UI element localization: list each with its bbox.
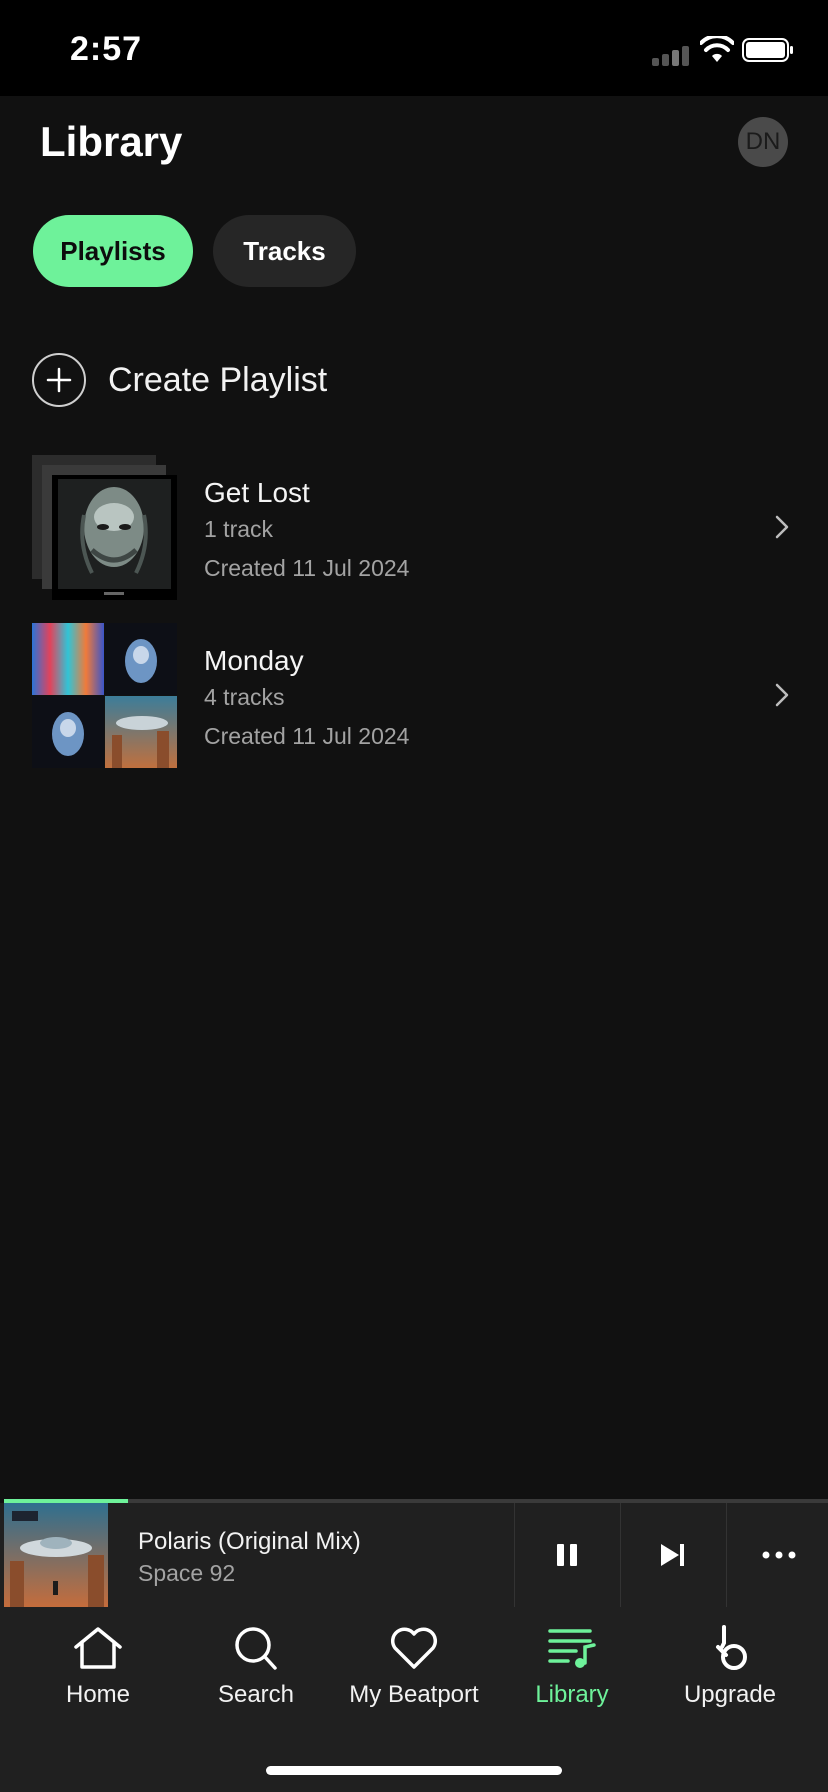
home-indicator: [266, 1766, 562, 1775]
playlist-track-count: 1 track: [204, 516, 274, 542]
status-time: 2:57: [70, 30, 143, 68]
status-bar: 2:57: [0, 0, 828, 96]
playlist-name: Monday: [204, 645, 304, 676]
playlist-item-get-lost[interactable]: Get Lost 1 track Created 11 Jul 2024: [0, 455, 828, 605]
more-icon: [762, 1551, 796, 1559]
now-playing-artwork: [4, 1503, 108, 1607]
library-icon: [548, 1629, 596, 1668]
search-icon: [235, 1627, 277, 1670]
pause-icon: [557, 1544, 577, 1566]
pause-button[interactable]: [515, 1503, 619, 1607]
plus-icon: [32, 353, 86, 407]
nav-label: Upgrade: [683, 1681, 777, 1708]
nav-label: Library: [535, 1681, 609, 1708]
now-playing-artist: Space 92: [138, 1560, 236, 1586]
home-icon: [74, 1627, 122, 1669]
skip-next-icon: [661, 1544, 684, 1566]
nav-label: Home: [65, 1681, 131, 1708]
signal-icon: [652, 46, 689, 66]
playlist-name: Get Lost: [204, 477, 310, 508]
playlist-item-monday[interactable]: Monday 4 tracks Created 11 Jul 2024: [0, 623, 828, 773]
playlist-artwork: [32, 455, 177, 600]
tab-playlists[interactable]: Playlists: [33, 215, 193, 287]
beatport-logo-icon: [716, 1625, 747, 1670]
playlist-artwork: [32, 623, 177, 768]
heart-icon: [390, 1627, 438, 1669]
nav-my-beatport[interactable]: My Beatport: [334, 1625, 494, 1725]
nav-label: Search: [217, 1681, 295, 1708]
skip-next-button[interactable]: [621, 1503, 725, 1607]
wifi-icon: [700, 36, 734, 62]
chevron-right-icon: [775, 683, 789, 707]
nav-library[interactable]: Library: [492, 1625, 652, 1725]
nav-search[interactable]: Search: [176, 1625, 336, 1725]
nav-label: My Beatport: [349, 1681, 479, 1708]
playlist-track-count: 4 tracks: [204, 684, 285, 710]
playlist-created-date: Created 11 Jul 2024: [204, 723, 410, 749]
avatar[interactable]: DN: [738, 117, 788, 167]
create-playlist-label: Create Playlist: [108, 360, 328, 399]
battery-icon: [742, 38, 793, 62]
nav-home[interactable]: Home: [18, 1625, 178, 1725]
tab-tracks[interactable]: Tracks: [213, 215, 356, 287]
now-playing-title: Polaris (Original Mix): [138, 1528, 361, 1555]
create-playlist-button[interactable]: Create Playlist: [32, 352, 327, 408]
chevron-right-icon: [775, 515, 789, 539]
playlist-created-date: Created 11 Jul 2024: [204, 555, 410, 581]
more-options-button[interactable]: [727, 1503, 828, 1607]
nav-upgrade[interactable]: Upgrade: [650, 1625, 810, 1725]
page-title: Library: [40, 118, 183, 165]
